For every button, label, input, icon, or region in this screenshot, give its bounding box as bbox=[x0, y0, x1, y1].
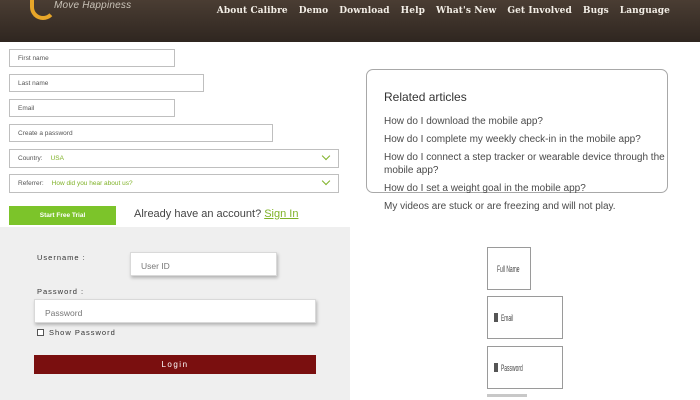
password-field[interactable]: Create a password bbox=[9, 124, 273, 142]
related-article-link[interactable]: How do I connect a step tracker or weara… bbox=[384, 151, 674, 177]
username-input[interactable]: User ID bbox=[130, 252, 277, 276]
last-name-field[interactable]: Last name bbox=[9, 74, 204, 92]
logo-tagline: Move Happiness bbox=[54, 0, 132, 11]
nav-demo[interactable]: Demo bbox=[299, 6, 328, 16]
referrer-label: Referrer: bbox=[18, 180, 44, 187]
lock-icon bbox=[494, 363, 498, 372]
country-select[interactable]: Country: USA bbox=[9, 149, 339, 168]
show-password-label: Show Password bbox=[49, 328, 116, 337]
nav-download[interactable]: Download bbox=[339, 6, 389, 16]
related-article-link[interactable]: How do I complete my weekly check-in in … bbox=[384, 133, 674, 146]
password-input[interactable]: Password bbox=[34, 299, 316, 323]
mini-form-button[interactable] bbox=[487, 394, 527, 397]
already-account-text: Already have an account? Sign In bbox=[134, 208, 298, 220]
related-article-link[interactable]: How do I set a weight goal in the mobile… bbox=[384, 182, 674, 195]
chevron-down-icon bbox=[321, 151, 331, 161]
referrer-select[interactable]: Referrer: How did you hear about us? bbox=[9, 174, 339, 193]
full-name-field[interactable]: Full Name bbox=[487, 247, 531, 290]
already-account-label: Already have an account? bbox=[134, 208, 262, 220]
show-password-checkbox[interactable] bbox=[37, 329, 44, 336]
nav-whats-new[interactable]: What's New bbox=[436, 6, 496, 16]
login-button[interactable]: Login bbox=[34, 355, 316, 374]
start-free-trial-button[interactable]: Start Free Trial bbox=[9, 206, 116, 225]
email-field[interactable]: Email bbox=[9, 99, 175, 117]
sign-in-link[interactable]: Sign In bbox=[264, 208, 298, 220]
country-label: Country: bbox=[18, 155, 43, 162]
logo-icon[interactable] bbox=[30, 0, 56, 20]
related-article-link[interactable]: How do I download the mobile app? bbox=[384, 115, 674, 128]
envelope-icon bbox=[494, 313, 498, 322]
nav-language[interactable]: Language bbox=[620, 6, 670, 16]
country-value: USA bbox=[50, 155, 64, 162]
username-label: Username : bbox=[37, 253, 86, 262]
chevron-down-icon bbox=[321, 176, 331, 186]
referrer-value: How did you hear about us? bbox=[51, 180, 133, 187]
related-articles-list: How do I download the mobile app? How do… bbox=[384, 115, 674, 218]
nav-help[interactable]: Help bbox=[401, 6, 425, 16]
top-navigation-bar: Move Happiness About Calibre Demo Downlo… bbox=[0, 0, 700, 42]
nav-bugs[interactable]: Bugs bbox=[583, 6, 609, 16]
main-nav: About Calibre Demo Download Help What's … bbox=[217, 6, 670, 16]
related-article-link[interactable]: My videos are stuck or are freezing and … bbox=[384, 200, 674, 213]
mini-password-field[interactable]: Password bbox=[487, 346, 563, 389]
first-name-field[interactable]: First name bbox=[9, 49, 175, 67]
nav-about-calibre[interactable]: About Calibre bbox=[217, 6, 288, 16]
password-label: Password : bbox=[37, 287, 85, 296]
nav-get-involved[interactable]: Get Involved bbox=[507, 6, 572, 16]
related-articles-title: Related articles bbox=[384, 90, 467, 104]
mini-email-field[interactable]: Email bbox=[487, 296, 563, 339]
